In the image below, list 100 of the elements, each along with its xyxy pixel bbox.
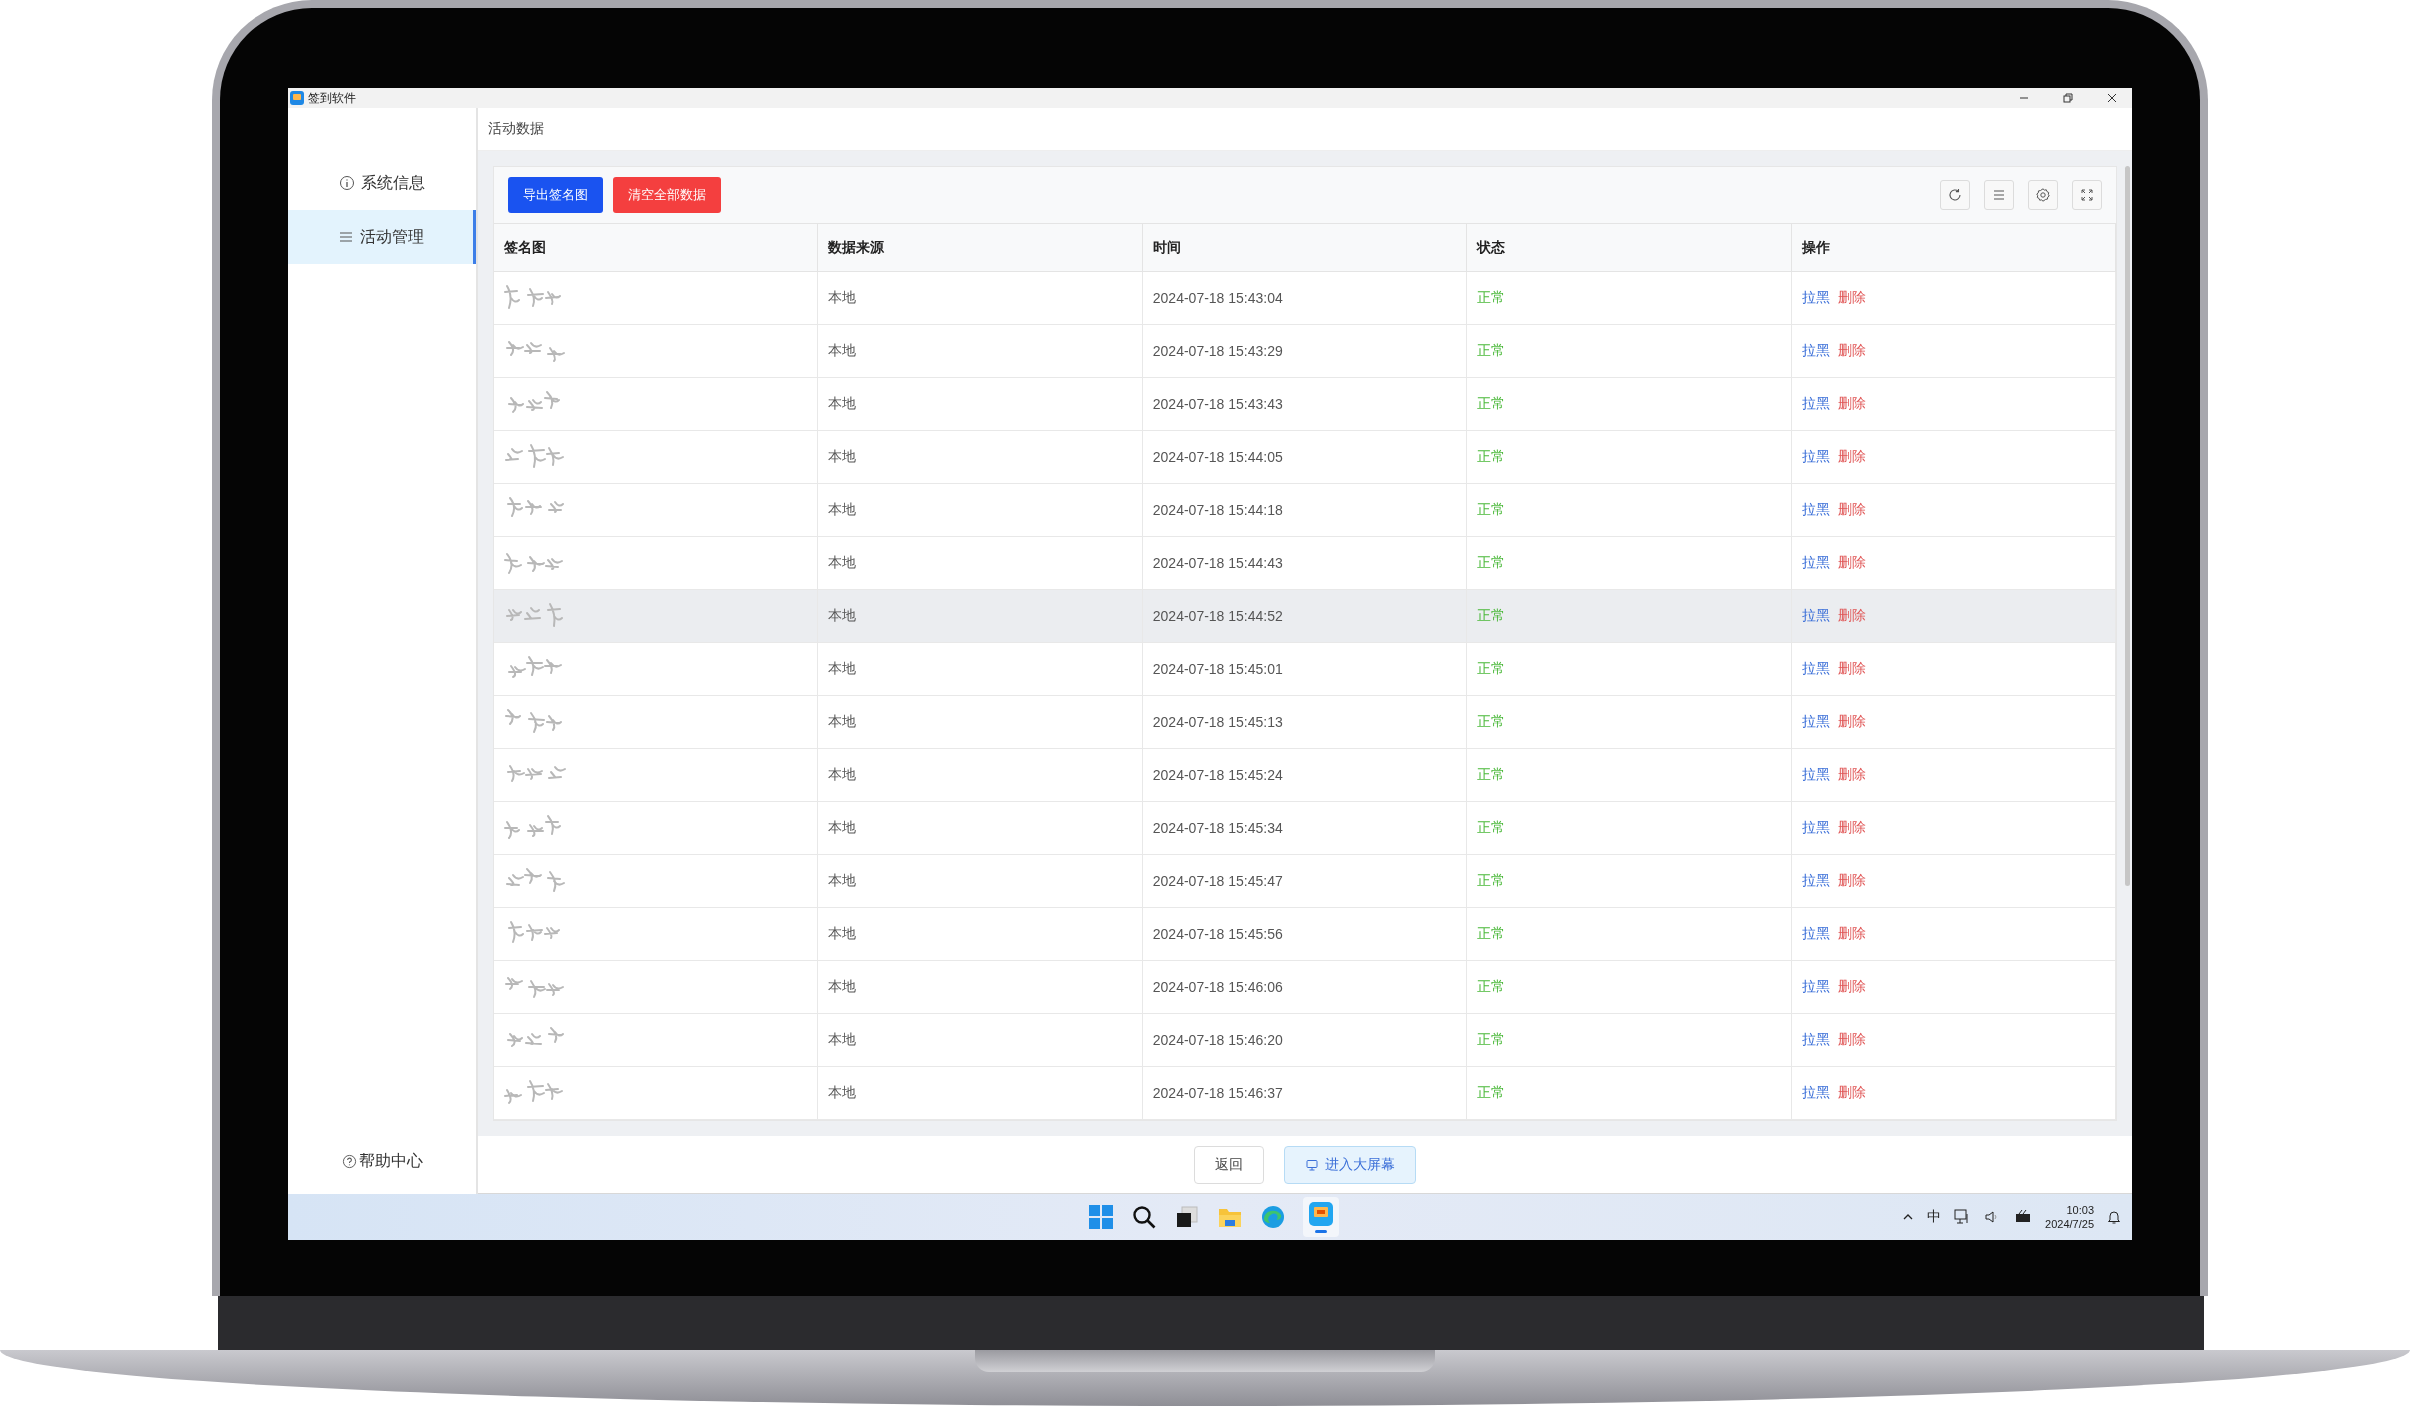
table-row[interactable]: 本地 2024-07-18 15:44:05 正常 拉黑 删除 (494, 431, 2116, 484)
action-link[interactable]: 删除 (1837, 448, 1866, 466)
table-cell: 2024-07-18 15:43:04 (1152, 290, 1283, 306)
action-link[interactable]: 拉黑 (1801, 395, 1830, 413)
refresh-button[interactable] (1940, 180, 1970, 210)
table-row[interactable]: 本地 2024-07-18 15:45:24 正常 拉黑 删除 (494, 749, 2116, 802)
action-link[interactable]: 删除 (1837, 501, 1866, 519)
table-cell: 2024-07-18 15:44:18 (1152, 502, 1283, 518)
action-link[interactable]: 拉黑 (1801, 289, 1830, 307)
table-row[interactable]: 本地 2024-07-18 15:45:47 正常 拉黑 删除 (494, 855, 2116, 908)
status-text: 正常 (1477, 766, 1506, 784)
taskbar-app-button[interactable] (1303, 1197, 1339, 1237)
status-text: 正常 (1477, 978, 1506, 996)
table-cell: 本地 (828, 766, 857, 784)
status-text: 正常 (1477, 872, 1506, 890)
toolbar-button[interactable]: 导出签名图 (508, 177, 603, 213)
task-view-icon[interactable] (1174, 1204, 1200, 1230)
notification-icon[interactable] (2106, 1209, 2122, 1225)
action-link[interactable]: 拉黑 (1801, 554, 1830, 572)
action-link[interactable]: 删除 (1837, 766, 1866, 784)
action-link[interactable]: 拉黑 (1801, 713, 1830, 731)
table-cell: 2024-07-18 15:44:52 (1152, 608, 1283, 624)
app-icon (290, 91, 304, 105)
footer-button[interactable]: 返回 (1194, 1145, 1264, 1184)
browser-icon[interactable] (1260, 1204, 1286, 1230)
action-link[interactable]: 拉黑 (1801, 342, 1830, 360)
action-link[interactable]: 拉黑 (1801, 766, 1830, 784)
table-cell: 2024-07-18 15:46:20 (1152, 1032, 1283, 1048)
fullscreen-button[interactable] (2072, 180, 2102, 210)
table-cell: 2024-07-18 15:45:24 (1152, 767, 1283, 783)
status-text: 正常 (1477, 925, 1506, 943)
table-row[interactable]: 本地 2024-07-18 15:45:56 正常 拉黑 删除 (494, 908, 2116, 961)
table-row[interactable]: 本地 2024-07-18 15:45:34 正常 拉黑 删除 (494, 802, 2116, 855)
status-text: 正常 (1477, 342, 1506, 360)
table-cell: 本地 (828, 554, 857, 572)
action-link[interactable]: 拉黑 (1801, 1084, 1830, 1102)
table-row[interactable]: 本地 2024-07-18 15:46:20 正常 拉黑 删除 (494, 1014, 2116, 1067)
table-row[interactable]: 本地 2024-07-18 15:44:52 正常 拉黑 删除 (494, 590, 2116, 643)
action-link[interactable]: 删除 (1837, 978, 1866, 996)
table-cell: 2024-07-18 15:46:06 (1152, 979, 1283, 995)
table-cell: 本地 (828, 713, 857, 731)
action-link[interactable]: 删除 (1837, 1084, 1866, 1102)
table-cell: 2024-07-18 15:46:37 (1152, 1085, 1283, 1101)
search-icon[interactable] (1131, 1204, 1157, 1230)
action-link[interactable]: 删除 (1837, 289, 1866, 307)
table-row[interactable]: 本地 2024-07-18 15:46:06 正常 拉黑 删除 (494, 961, 2116, 1014)
action-link[interactable]: 拉黑 (1801, 978, 1830, 996)
settings-button[interactable] (2028, 180, 2058, 210)
action-link[interactable]: 拉黑 (1801, 1031, 1830, 1049)
clock-date[interactable]: 2024/7/25 (2045, 1217, 2094, 1231)
sidebar-item[interactable]: 活动管理 (288, 210, 476, 264)
action-link[interactable]: 拉黑 (1801, 607, 1830, 625)
footer-button[interactable]: 进入大屏幕 (1284, 1145, 1416, 1184)
column-header: 操作 (1791, 224, 2116, 271)
action-link[interactable]: 拉黑 (1801, 872, 1830, 890)
table-cell: 2024-07-18 15:45:47 (1152, 873, 1283, 889)
info-icon (339, 175, 355, 191)
action-link[interactable]: 删除 (1837, 872, 1866, 890)
action-link[interactable]: 删除 (1837, 554, 1866, 572)
action-link[interactable]: 拉黑 (1801, 819, 1830, 837)
start-icon[interactable] (1088, 1204, 1114, 1230)
action-link[interactable]: 删除 (1837, 660, 1866, 678)
action-link[interactable]: 删除 (1837, 342, 1866, 360)
action-link[interactable]: 删除 (1837, 713, 1866, 731)
action-link[interactable]: 拉黑 (1801, 501, 1830, 519)
sidebar-item[interactable]: 系统信息 (288, 156, 476, 210)
action-link[interactable]: 删除 (1837, 395, 1866, 413)
restore-icon[interactable] (2062, 92, 2074, 104)
table-cell: 本地 (828, 978, 857, 996)
table-cell: 2024-07-18 15:45:01 (1152, 661, 1283, 677)
table-row[interactable]: 本地 2024-07-18 15:43:29 正常 拉黑 删除 (494, 325, 2116, 378)
status-text: 正常 (1477, 554, 1506, 572)
action-link[interactable]: 拉黑 (1801, 660, 1830, 678)
table-row[interactable]: 本地 2024-07-18 15:45:13 正常 拉黑 删除 (494, 696, 2116, 749)
action-link[interactable]: 删除 (1837, 925, 1866, 943)
fullscreen-icon (2079, 187, 2095, 203)
table-row[interactable]: 本地 2024-07-18 15:43:04 正常 拉黑 删除 (494, 272, 2116, 325)
action-link[interactable]: 删除 (1837, 607, 1866, 625)
scrollbar[interactable] (2125, 166, 2130, 886)
action-link[interactable]: 删除 (1837, 1031, 1866, 1049)
table-row[interactable]: 本地 2024-07-18 15:45:01 正常 拉黑 删除 (494, 643, 2116, 696)
action-link[interactable]: 删除 (1837, 819, 1866, 837)
columns-button[interactable] (1984, 180, 2014, 210)
table-cell: 本地 (828, 660, 857, 678)
table-row[interactable]: 本地 2024-07-18 15:46:37 正常 拉黑 删除 (494, 1067, 2116, 1120)
table-row[interactable]: 本地 2024-07-18 15:44:18 正常 拉黑 删除 (494, 484, 2116, 537)
action-link[interactable]: 拉黑 (1801, 925, 1830, 943)
list-icon (337, 229, 354, 245)
table-row[interactable]: 本地 2024-07-18 15:43:43 正常 拉黑 删除 (494, 378, 2116, 431)
table-cell: 本地 (828, 501, 857, 519)
action-link[interactable]: 拉黑 (1801, 448, 1830, 466)
table-cell: 本地 (828, 1084, 857, 1102)
help-link[interactable]: 帮助中心 (288, 1151, 476, 1172)
clock-time[interactable]: 10:03 (2066, 1203, 2094, 1217)
table-cell: 本地 (828, 925, 857, 943)
close-icon[interactable] (2106, 92, 2118, 104)
input-method-indicator[interactable]: 中 (1927, 1208, 1942, 1226)
table-cell: 2024-07-18 15:45:13 (1152, 714, 1283, 730)
toolbar-button[interactable]: 清空全部数据 (613, 177, 721, 213)
table-cell: 本地 (828, 395, 857, 413)
